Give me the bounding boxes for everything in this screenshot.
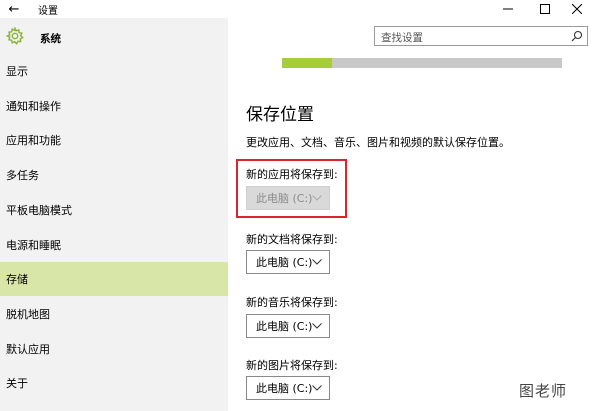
back-button[interactable]: ←: [0, 0, 28, 18]
maximize-icon: [540, 4, 550, 14]
close-icon: [572, 4, 582, 14]
sidebar-item-power-sleep[interactable]: 电源和睡眠: [0, 228, 228, 262]
sidebar-header-label: 系统: [40, 33, 61, 45]
search-input[interactable]: 查找设置: [374, 26, 588, 46]
sidebar-item-tablet-mode[interactable]: 平板电脑模式: [0, 193, 228, 227]
gear-icon: [6, 27, 24, 45]
sidebar-item-label: 默认应用: [6, 343, 50, 356]
watermark-logo: 图老师: [519, 382, 568, 400]
sidebar-item-label: 存储: [6, 273, 28, 286]
sidebar-item-label: 平板电脑模式: [6, 204, 72, 217]
chevron-down-icon: [312, 323, 322, 329]
sidebar-item-about[interactable]: 关于: [0, 366, 228, 400]
dropdown-value: 此电脑 (C:): [256, 320, 313, 333]
sidebar-item-multitasking[interactable]: 多任务: [0, 158, 228, 192]
sidebar-item-display[interactable]: 显示: [0, 54, 228, 88]
back-arrow-icon: ←: [8, 1, 20, 17]
search-placeholder: 查找设置: [381, 32, 423, 44]
sidebar-item-notifications[interactable]: 通知和操作: [0, 89, 228, 123]
minimize-button[interactable]: [488, 0, 528, 18]
title-bar: ← 设置: [0, 0, 595, 18]
sidebar-item-offline-maps[interactable]: 脱机地图: [0, 297, 228, 331]
new-apps-location-label: 新的应用将保存到:: [246, 168, 338, 181]
section-title: 保存位置: [246, 105, 314, 125]
sidebar-item-label: 电源和睡眠: [6, 239, 61, 252]
sidebar-item-label: 关于: [6, 377, 28, 390]
close-button[interactable]: [557, 0, 595, 18]
new-music-location-label: 新的音乐将保存到:: [246, 296, 338, 309]
new-apps-location-dropdown: 此电脑 (C:): [246, 186, 330, 210]
storage-usage-bar: [282, 58, 562, 68]
sidebar-item-storage[interactable]: 存储: [0, 262, 228, 296]
sidebar-item-label: 显示: [6, 65, 28, 78]
new-music-location-dropdown[interactable]: 此电脑 (C:): [246, 314, 330, 338]
storage-usage-fill: [282, 58, 333, 68]
chevron-down-icon: [312, 195, 322, 201]
sidebar-item-apps-features[interactable]: 应用和功能: [0, 123, 228, 157]
dropdown-value: 此电脑 (C:): [256, 192, 313, 205]
sidebar-item-label: 应用和功能: [6, 134, 61, 147]
sidebar-header: 系统: [0, 18, 228, 56]
dropdown-value: 此电脑 (C:): [256, 382, 313, 395]
minimize-icon: [503, 8, 513, 10]
new-pictures-location-dropdown[interactable]: 此电脑 (C:): [246, 376, 330, 400]
search-icon: [571, 30, 583, 42]
sidebar-item-default-apps[interactable]: 默认应用: [0, 332, 228, 366]
window-title: 设置: [38, 6, 58, 17]
sidebar-item-label: 多任务: [6, 169, 39, 182]
sidebar: 系统 显示 通知和操作 应用和功能 多任务 平板电脑模式 电源和睡眠 存储 脱机…: [0, 18, 228, 411]
new-documents-location-dropdown[interactable]: 此电脑 (C:): [246, 250, 330, 274]
new-documents-location-label: 新的文档将保存到:: [246, 233, 338, 246]
chevron-down-icon: [312, 259, 322, 265]
dropdown-value: 此电脑 (C:): [256, 256, 313, 269]
chevron-down-icon: [312, 385, 322, 391]
sidebar-item-label: 通知和操作: [6, 100, 61, 113]
new-pictures-location-label: 新的图片将保存到:: [246, 359, 338, 372]
section-description: 更改应用、文档、音乐、图片和视频的默认保存位置。: [246, 136, 510, 149]
sidebar-item-label: 脱机地图: [6, 308, 50, 321]
